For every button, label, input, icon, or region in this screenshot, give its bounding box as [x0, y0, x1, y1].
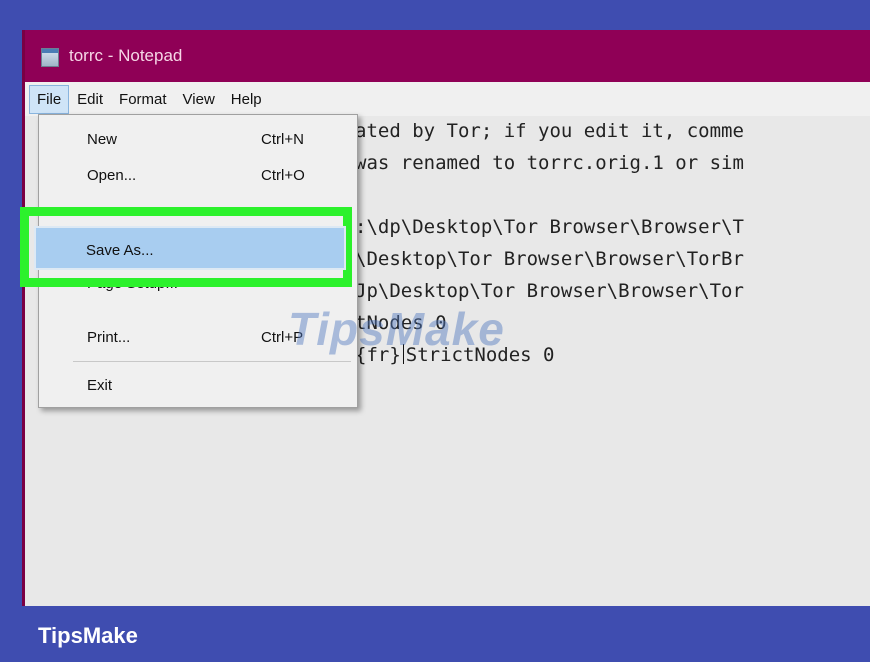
menu-file[interactable]: File	[29, 84, 70, 114]
menu-item-open[interactable]: Open... Ctrl+O	[39, 159, 357, 193]
menu-format[interactable]: Format	[111, 85, 175, 114]
menu-edit[interactable]: Edit	[69, 85, 111, 114]
menu-item-save-as[interactable]	[34, 226, 346, 270]
menu-item-shortcut: Ctrl+N	[261, 131, 304, 148]
menu-item-label: Open...	[87, 167, 137, 184]
menu-separator	[73, 361, 351, 362]
menu-view[interactable]: View	[175, 85, 223, 114]
save-as-label: Save As...	[86, 242, 154, 259]
menu-bar: File Edit Format View Help	[25, 82, 870, 116]
window-title: torrc - Notepad	[69, 46, 183, 65]
menu-help[interactable]: Help	[223, 85, 270, 114]
title-bar[interactable]: torrc - Notepad	[25, 30, 870, 82]
editor-line: Jp\Desktop\Tor Browser\Browser\Tor	[355, 280, 744, 302]
watermark: TipsMake	[288, 303, 505, 355]
menu-item-exit[interactable]: Exit	[39, 369, 357, 403]
menu-item-shortcut: Ctrl+O	[261, 167, 305, 184]
notepad-icon	[41, 48, 59, 67]
menu-item-new[interactable]: New Ctrl+N	[39, 123, 357, 157]
brand-logo: TipsMake	[38, 623, 138, 648]
menu-item-label: Exit	[87, 377, 113, 394]
footer-banner: TipsMake	[0, 606, 870, 662]
editor-line: was renamed to torrc.orig.1 or sim	[355, 152, 744, 174]
menu-item-label: Print...	[87, 329, 131, 346]
editor-line: ated by Tor; if you edit it, comme	[355, 120, 744, 142]
menu-item-label: New	[87, 131, 118, 148]
editor-line: \Desktop\Tor Browser\Browser\TorBr	[355, 248, 744, 270]
editor-line: :\dp\Desktop\Tor Browser\Browser\T	[355, 216, 744, 238]
